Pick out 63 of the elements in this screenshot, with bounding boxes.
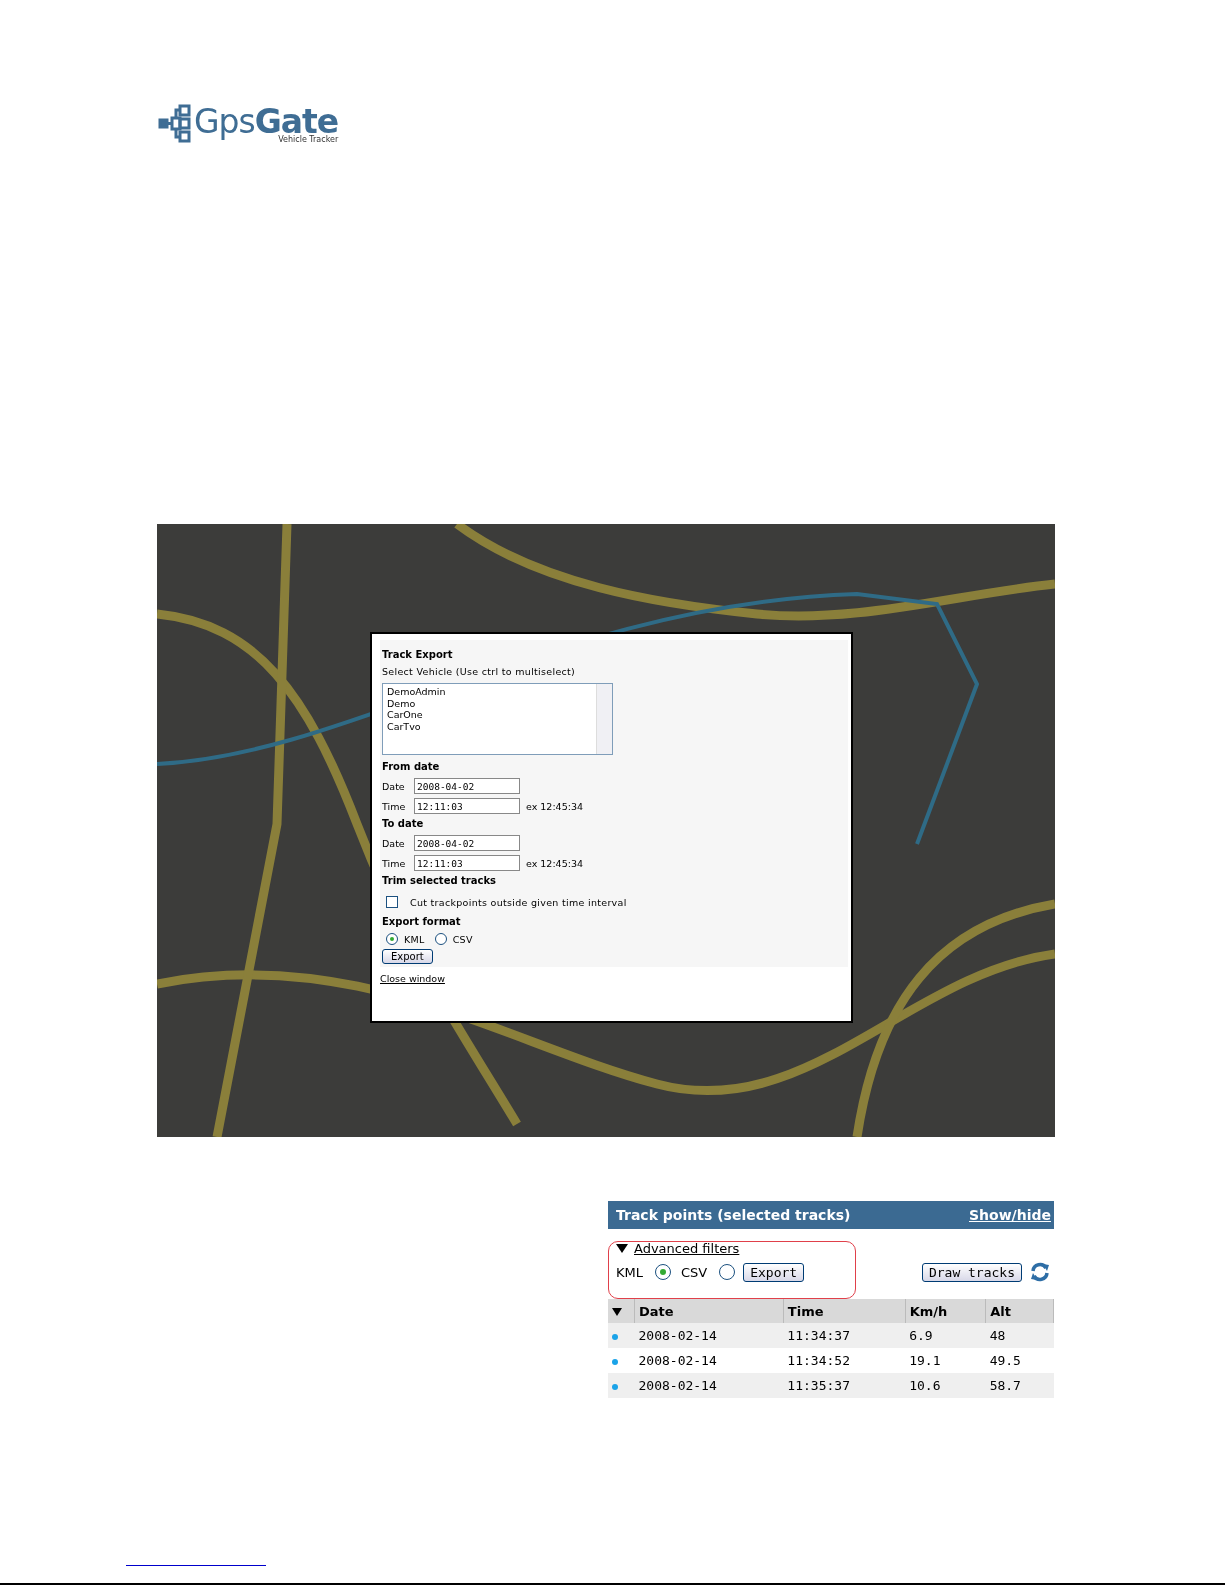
vehicle-option[interactable]: DemoAdmin xyxy=(387,686,592,698)
field-label: Time xyxy=(382,857,407,869)
logo-icon xyxy=(158,104,192,144)
section-heading: Export format xyxy=(382,916,462,927)
show-hide-link[interactable]: Show/hide xyxy=(969,1207,1051,1223)
checkbox[interactable] xyxy=(386,896,398,908)
export-button[interactable]: Export xyxy=(382,949,433,964)
vehicle-option[interactable]: CarOne xyxy=(387,709,592,721)
draw-tracks-button[interactable]: Draw tracks xyxy=(921,1262,1022,1282)
time-field[interactable]: 12:11:03 xyxy=(414,798,520,814)
point-dot-icon xyxy=(612,1384,618,1390)
point-dot-icon xyxy=(612,1334,618,1340)
time-hint: ex 12:45:34 xyxy=(526,857,583,869)
triangle-down-icon xyxy=(616,1244,628,1253)
field-label: Date xyxy=(382,837,406,849)
date-field[interactable]: 2008-04-02 xyxy=(414,835,520,851)
table-cell: 11:34:37 xyxy=(783,1323,906,1348)
radio-button[interactable] xyxy=(719,1264,736,1280)
section-heading: Trim selected tracks xyxy=(382,875,498,886)
table-cell: 49.5 xyxy=(985,1348,1054,1373)
table-cell: 48 xyxy=(985,1323,1054,1348)
sort-column-header[interactable] xyxy=(608,1299,635,1323)
column-header[interactable]: Alt xyxy=(985,1299,1054,1323)
column-header[interactable]: Date xyxy=(634,1299,784,1323)
field-label: Time xyxy=(382,800,407,812)
section-heading: From date xyxy=(382,761,441,772)
table-cell: 58.7 xyxy=(985,1373,1054,1398)
section-heading: To date xyxy=(382,818,425,829)
point-dot-icon xyxy=(612,1359,618,1365)
dialog-title: Track Export xyxy=(382,649,454,660)
date-field[interactable]: 2008-04-02 xyxy=(414,778,520,794)
table-cell: 2008-02-14 xyxy=(634,1373,784,1398)
table-cell: 2008-02-14 xyxy=(634,1348,784,1373)
table-cell: 11:34:52 xyxy=(783,1348,906,1373)
scrollbar[interactable] xyxy=(596,684,612,754)
field-label: Date xyxy=(382,780,406,792)
checkbox-label: Cut trackpoints outside given time interval xyxy=(410,896,627,908)
time-hint: ex 12:45:34 xyxy=(526,800,583,812)
table-cell: 6.9 xyxy=(905,1323,986,1348)
table-cell: 2008-02-14 xyxy=(634,1323,784,1348)
vehicle-option[interactable]: Demo xyxy=(387,697,592,709)
radio-label: CSV xyxy=(452,933,473,945)
refresh-icon[interactable] xyxy=(1030,1262,1050,1282)
close-window-link[interactable]: Close window xyxy=(380,973,445,984)
radio-label: KML xyxy=(616,1264,643,1280)
table-cell: 11:35:37 xyxy=(783,1373,906,1398)
column-header[interactable]: Time xyxy=(783,1299,906,1323)
radio-button[interactable] xyxy=(386,933,398,945)
triangle-down-icon xyxy=(612,1307,622,1316)
panel-title: Track points (selected tracks) xyxy=(616,1207,851,1223)
table-cell: 10.6 xyxy=(905,1373,986,1398)
radio-label: CSV xyxy=(681,1264,708,1280)
vehicle-option[interactable]: CarTvo xyxy=(387,720,592,732)
vehicle-label: Select Vehicle (Use ctrl to multiselect) xyxy=(382,666,577,677)
time-field[interactable]: 12:11:03 xyxy=(414,855,520,871)
vehicle-listbox[interactable]: DemoAdmin Demo CarOne CarTvo xyxy=(382,683,613,755)
radio-button[interactable] xyxy=(655,1264,671,1280)
column-header[interactable]: Km/h xyxy=(905,1299,986,1323)
export-button[interactable]: Export xyxy=(743,1262,805,1282)
advanced-filters-link[interactable]: Advanced filters xyxy=(634,1241,740,1256)
table-cell: 19.1 xyxy=(905,1348,986,1373)
radio-label: KML xyxy=(404,933,425,945)
radio-button[interactable] xyxy=(434,933,447,945)
